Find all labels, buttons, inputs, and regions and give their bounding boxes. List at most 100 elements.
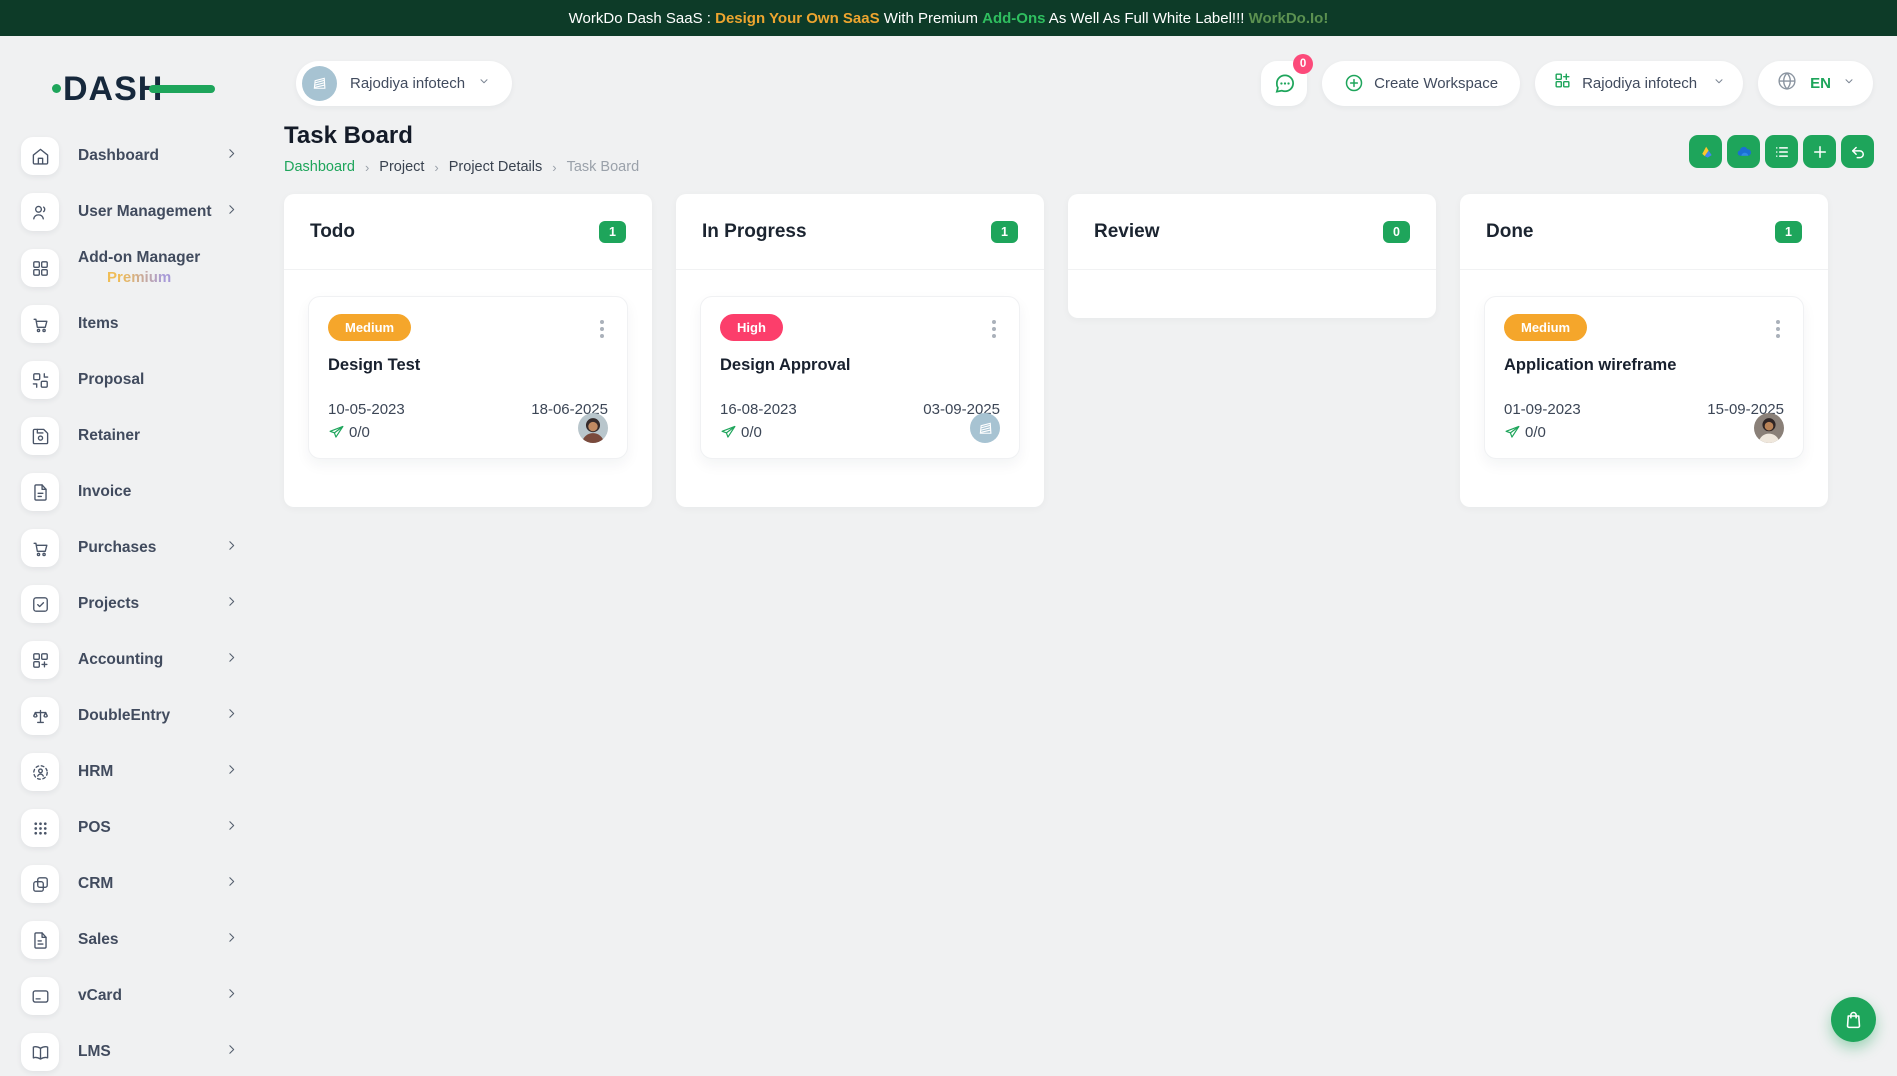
column-body-empty xyxy=(1068,269,1436,318)
task-card[interactable]: High Design Approval 16-08-2023 03-09-20… xyxy=(700,296,1020,459)
shopping-bag-icon xyxy=(1843,1009,1864,1030)
sidebar-item-label: Sales xyxy=(78,930,119,950)
sidebar-item-sales[interactable]: Sales xyxy=(0,912,260,968)
google-drive-button[interactable] xyxy=(1689,135,1722,168)
sidebar-item-addon-manager[interactable]: Add-on Manager Premium xyxy=(0,240,260,296)
sidebar-item-label: User Management xyxy=(78,202,212,222)
sidebar-item-doubleentry[interactable]: DoubleEntry xyxy=(0,688,260,744)
grid-plus-icon xyxy=(1553,71,1572,95)
google-drive-icon xyxy=(1697,143,1715,161)
sidebar-item-projects[interactable]: Projects xyxy=(0,576,260,632)
breadcrumb-current: Task Board xyxy=(567,159,640,175)
banner-workdo-link[interactable]: WorkDo.Io! xyxy=(1249,10,1329,27)
page-head: Task Board Dashboard › Project › Project… xyxy=(284,122,639,175)
chevron-right-icon xyxy=(225,651,238,669)
grid-icon xyxy=(21,249,59,287)
sidebar-item-label: Proposal xyxy=(78,370,144,390)
send-icon xyxy=(720,424,737,441)
card-icon xyxy=(21,977,59,1015)
column-body: Medium Design Test 10-05-2023 18-06-2025… xyxy=(284,269,652,507)
chevron-right-icon xyxy=(225,763,238,781)
sidebar-item-crm[interactable]: CRM xyxy=(0,856,260,912)
company-selector[interactable]: Rajodiya infotech xyxy=(1535,61,1743,106)
column-review: Review 0 xyxy=(1068,194,1436,318)
company-name: Rajodiya infotech xyxy=(1582,75,1697,92)
chevron-down-icon xyxy=(1713,74,1725,92)
column-header: In Progress 1 xyxy=(676,194,1044,269)
person-target-icon xyxy=(21,753,59,791)
cart-icon xyxy=(21,305,59,343)
promo-banner: WorkDo Dash SaaS : Design Your Own SaaS … xyxy=(0,0,1897,36)
column-count-badge: 0 xyxy=(1383,221,1410,243)
messages-button[interactable]: 0 xyxy=(1261,61,1307,106)
card-menu-button[interactable] xyxy=(988,314,1000,344)
sidebar-item-retainer[interactable]: Retainer xyxy=(0,408,260,464)
language-code: EN xyxy=(1810,75,1831,92)
sidebar-item-label: Accounting xyxy=(78,650,163,670)
list-view-button[interactable] xyxy=(1765,135,1798,168)
sidebar-item-label: LMS xyxy=(78,1042,111,1062)
task-checklist: 0/0 xyxy=(328,424,370,441)
assignee-avatar[interactable] xyxy=(578,413,608,443)
priority-badge: Medium xyxy=(1504,314,1587,341)
task-card[interactable]: Medium Application wireframe 01-09-2023 … xyxy=(1484,296,1804,459)
task-card[interactable]: Medium Design Test 10-05-2023 18-06-2025… xyxy=(308,296,628,459)
sidebar-nav: Dashboard User Management Add-on Manager… xyxy=(0,128,260,1076)
column-title: Todo xyxy=(310,221,355,243)
sidebar-item-label: Dashboard xyxy=(78,146,159,166)
breadcrumb-project-details[interactable]: Project Details xyxy=(449,159,542,175)
breadcrumb-separator: › xyxy=(365,160,369,175)
sidebar-item-accounting[interactable]: Accounting xyxy=(0,632,260,688)
sidebar-item-purchases[interactable]: Purchases xyxy=(0,520,260,576)
chevron-right-icon xyxy=(225,1043,238,1061)
card-menu-button[interactable] xyxy=(1772,314,1784,344)
store-fab-button[interactable] xyxy=(1831,997,1876,1042)
sidebar-item-items[interactable]: Items xyxy=(0,296,260,352)
task-start-date: 16-08-2023 xyxy=(720,401,797,418)
sidebar-item-pos[interactable]: POS xyxy=(0,800,260,856)
back-button[interactable] xyxy=(1841,135,1874,168)
grid-plus-icon xyxy=(21,641,59,679)
save-icon xyxy=(21,417,59,455)
language-selector[interactable]: EN xyxy=(1758,61,1873,106)
sidebar-item-label: Purchases xyxy=(78,538,156,558)
list-icon xyxy=(1773,143,1791,161)
chevron-down-icon xyxy=(478,74,490,92)
column-header: Todo 1 xyxy=(284,194,652,269)
document-icon xyxy=(21,473,59,511)
assignee-avatar-building-icon[interactable] xyxy=(970,413,1000,443)
create-workspace-button[interactable]: Create Workspace xyxy=(1322,61,1520,106)
breadcrumb-dashboard[interactable]: Dashboard xyxy=(284,159,355,175)
sidebar-item-hrm[interactable]: HRM xyxy=(0,744,260,800)
workspace-selector[interactable]: Rajodiya infotech xyxy=(296,61,512,106)
sidebar: DASH Dashboard User Management Add-on Ma… xyxy=(0,36,260,1076)
book-icon xyxy=(21,1033,59,1071)
breadcrumb-project[interactable]: Project xyxy=(379,159,424,175)
send-icon xyxy=(328,424,345,441)
assignee-avatar[interactable] xyxy=(1754,413,1784,443)
chevron-right-icon xyxy=(225,819,238,837)
sidebar-item-proposal[interactable]: Proposal xyxy=(0,352,260,408)
task-title: Design Approval xyxy=(720,356,1000,375)
breadcrumb-separator: › xyxy=(552,160,556,175)
sidebar-item-invoice[interactable]: Invoice xyxy=(0,464,260,520)
plus-icon xyxy=(1811,143,1829,161)
card-menu-button[interactable] xyxy=(596,314,608,344)
dash-logo[interactable]: DASH xyxy=(63,70,163,109)
sidebar-item-lms[interactable]: LMS xyxy=(0,1024,260,1076)
banner-addons-text: Add-Ons xyxy=(982,10,1045,27)
chevron-right-icon xyxy=(225,595,238,613)
top-header: Rajodiya infotech 0 Create Workspace Raj… xyxy=(296,60,1873,106)
chevron-right-icon xyxy=(225,203,238,221)
chevron-right-icon xyxy=(225,987,238,1005)
onedrive-button[interactable] xyxy=(1727,135,1760,168)
column-body: Medium Application wireframe 01-09-2023 … xyxy=(1460,269,1828,507)
task-title: Design Test xyxy=(328,356,608,375)
add-task-button[interactable] xyxy=(1803,135,1836,168)
column-count-badge: 1 xyxy=(599,221,626,243)
sidebar-item-vcard[interactable]: vCard xyxy=(0,968,260,1024)
sidebar-item-dashboard[interactable]: Dashboard xyxy=(0,128,260,184)
sidebar-item-user-management[interactable]: User Management xyxy=(0,184,260,240)
chevron-down-icon xyxy=(1843,74,1855,92)
column-todo: Todo 1 Medium Design Test 10-05-2023 18-… xyxy=(284,194,652,507)
